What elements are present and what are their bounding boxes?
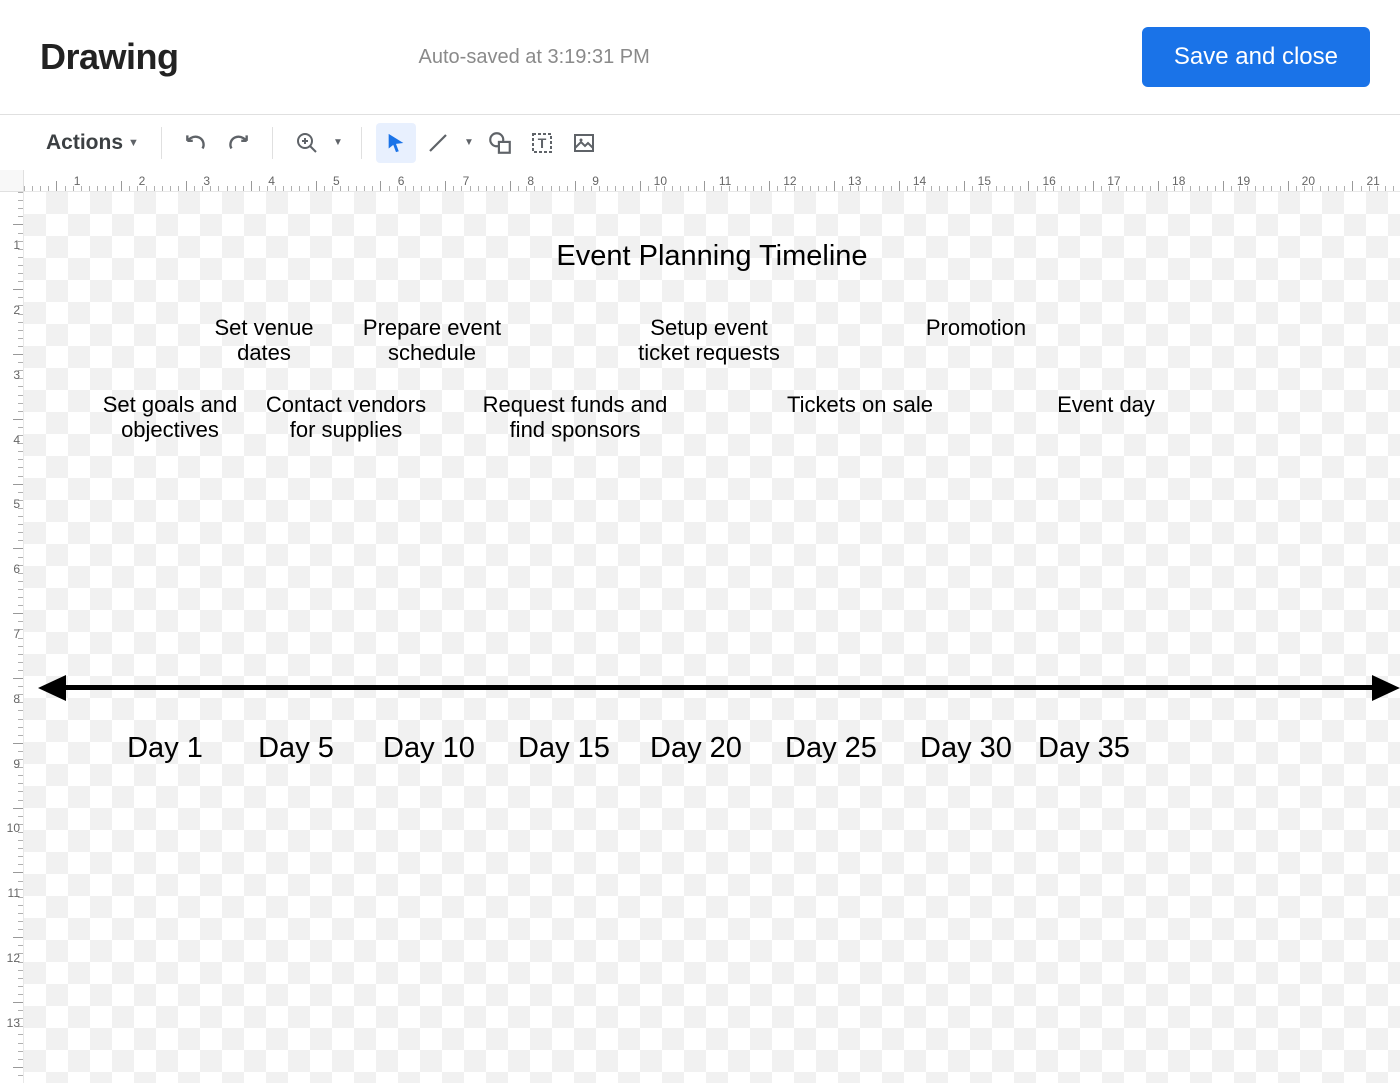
ruler-h-label: 8 <box>527 174 534 188</box>
ruler-v-label: 4 <box>13 433 20 447</box>
event-label[interactable]: Promotion <box>926 315 1026 340</box>
textbox-icon: T <box>530 131 554 155</box>
redo-icon <box>225 130 251 156</box>
timeline-arrow[interactable] <box>58 685 1386 690</box>
day-label[interactable]: Day 5 <box>258 732 334 765</box>
line-tool-button[interactable] <box>418 123 458 163</box>
ruler-h-label: 19 <box>1237 174 1250 188</box>
svg-text:T: T <box>538 135 547 151</box>
image-tool-button[interactable] <box>564 123 604 163</box>
caret-down-icon: ▼ <box>128 137 139 149</box>
ruler-h-label: 6 <box>398 174 405 188</box>
ruler-h-label: 15 <box>978 174 991 188</box>
line-dropdown[interactable]: ▼ <box>460 137 478 148</box>
day-label[interactable]: Day 10 <box>383 732 475 765</box>
ruler-h-label: 16 <box>1042 174 1055 188</box>
textbox-tool-button[interactable]: T <box>522 123 562 163</box>
ruler-v-label: 1 <box>13 238 20 252</box>
ruler-v-label: 5 <box>13 497 20 511</box>
caret-down-icon: ▼ <box>333 137 343 148</box>
shape-tool-button[interactable] <box>480 123 520 163</box>
ruler-v-label: 7 <box>13 627 20 641</box>
ruler-h-label: 11 <box>719 174 731 188</box>
toolbar-separator <box>161 127 162 159</box>
ruler-v-label: 13 <box>7 1016 20 1030</box>
event-label[interactable]: Set goals and objectives <box>103 392 238 443</box>
event-label[interactable]: Request funds and find sponsors <box>483 392 668 443</box>
ruler-h-label: 18 <box>1172 174 1185 188</box>
cursor-icon <box>385 132 407 154</box>
zoom-button[interactable] <box>287 123 327 163</box>
ruler-v-label: 8 <box>13 692 20 706</box>
horizontal-ruler[interactable]: 123456789101112131415161718192021 <box>24 170 1400 192</box>
ruler-h-label: 5 <box>333 174 340 188</box>
event-label[interactable]: Set venue dates <box>214 315 313 366</box>
ruler-v-label: 12 <box>7 951 20 965</box>
ruler-v-label: 9 <box>13 757 20 771</box>
drawing-canvas[interactable]: Event Planning Timeline Set venue dates P… <box>24 192 1400 1083</box>
ruler-v-label: 6 <box>13 562 20 576</box>
image-icon <box>572 131 596 155</box>
shape-icon <box>487 130 513 156</box>
dialog-header: Drawing Auto-saved at 3:19:31 PM Save an… <box>0 0 1400 115</box>
ruler-v-label: 11 <box>8 886 20 900</box>
ruler-v-label: 2 <box>13 303 20 317</box>
caret-down-icon: ▼ <box>464 137 474 148</box>
ruler-h-label: 17 <box>1107 174 1120 188</box>
ruler-v-label: 3 <box>13 368 20 382</box>
event-label[interactable]: Event day <box>1057 392 1155 417</box>
toolbar: Actions ▼ ▼ ▼ T <box>0 115 1400 170</box>
zoom-dropdown[interactable]: ▼ <box>329 137 347 148</box>
ruler-v-label: 10 <box>7 821 20 835</box>
save-and-close-button[interactable]: Save and close <box>1142 27 1370 87</box>
ruler-corner <box>0 170 24 192</box>
line-icon <box>426 131 450 155</box>
select-tool-button[interactable] <box>376 123 416 163</box>
day-label[interactable]: Day 1 <box>127 732 203 765</box>
zoom-in-icon <box>295 131 319 155</box>
ruler-h-label: 21 <box>1366 174 1379 188</box>
event-label[interactable]: Tickets on sale <box>787 392 933 417</box>
ruler-h-label: 14 <box>913 174 926 188</box>
day-label[interactable]: Day 25 <box>785 732 877 765</box>
ruler-h-label: 1 <box>74 174 81 188</box>
event-label[interactable]: Prepare event schedule <box>363 315 501 366</box>
redo-button[interactable] <box>218 123 258 163</box>
ruler-h-label: 7 <box>463 174 470 188</box>
ruler-h-label: 12 <box>783 174 796 188</box>
dialog-title: Drawing <box>40 36 179 78</box>
undo-icon <box>183 130 209 156</box>
actions-label: Actions <box>46 131 123 155</box>
ruler-h-label: 3 <box>203 174 210 188</box>
undo-button[interactable] <box>176 123 216 163</box>
day-label[interactable]: Day 30 <box>920 732 1012 765</box>
canvas-title[interactable]: Event Planning Timeline <box>24 240 1400 273</box>
ruler-h-label: 20 <box>1302 174 1315 188</box>
day-label[interactable]: Day 15 <box>518 732 610 765</box>
toolbar-separator <box>272 127 273 159</box>
ruler-h-label: 4 <box>268 174 275 188</box>
event-label[interactable]: Contact vendors for supplies <box>266 392 426 443</box>
ruler-h-label: 2 <box>139 174 146 188</box>
autosave-status: Auto-saved at 3:19:31 PM <box>419 46 650 69</box>
day-label[interactable]: Day 20 <box>650 732 742 765</box>
toolbar-separator <box>361 127 362 159</box>
event-label[interactable]: Setup event ticket requests <box>638 315 780 366</box>
ruler-h-label: 13 <box>848 174 861 188</box>
ruler-h-label: 9 <box>592 174 599 188</box>
vertical-ruler[interactable]: 12345678910111213 <box>0 192 24 1083</box>
day-label[interactable]: Day 35 <box>1038 732 1130 765</box>
ruler-h-label: 10 <box>654 174 667 188</box>
actions-menu-button[interactable]: Actions ▼ <box>38 127 147 159</box>
